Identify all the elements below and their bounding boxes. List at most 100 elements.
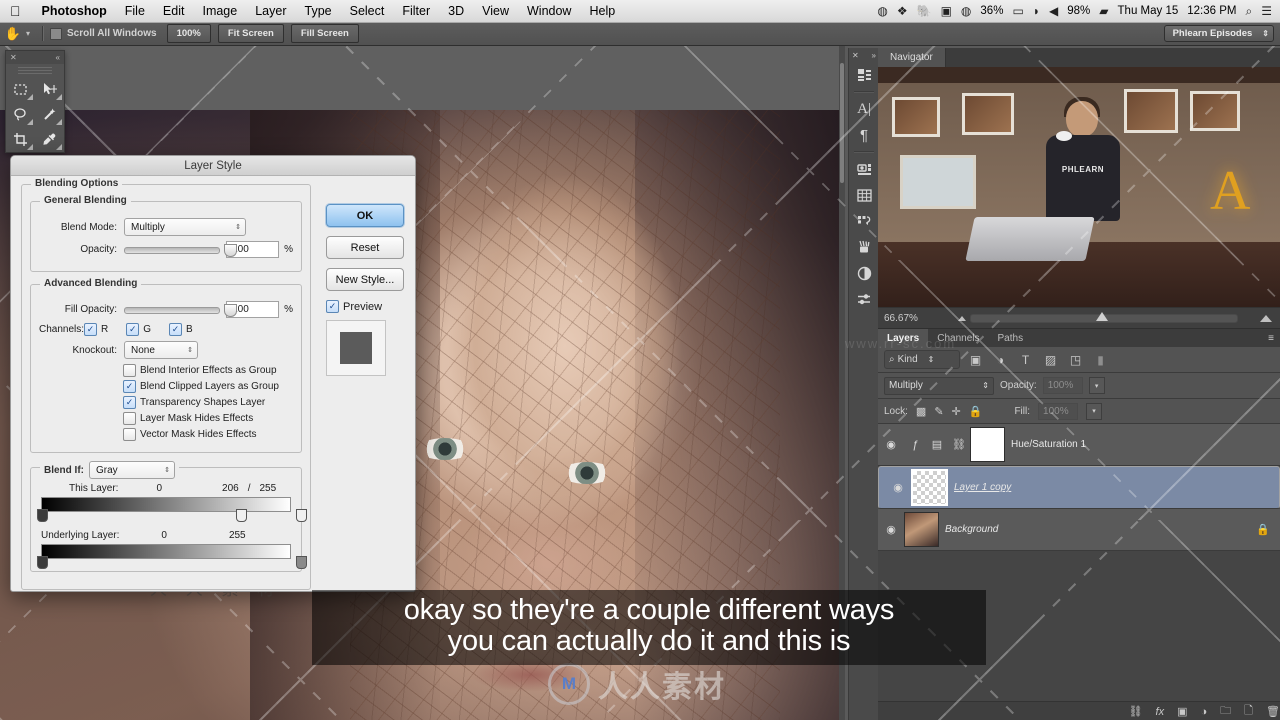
channel-r-checkbox[interactable]: ✓ R xyxy=(84,323,108,336)
layer-blend-mode-select[interactable]: Multiply ⇕ xyxy=(884,376,994,395)
layer-list[interactable]: ◉ ƒ ▤ ⛓ Hue/Saturation 1 ◉ Layer 1 copy … xyxy=(878,424,1280,551)
new-style-button[interactable]: New Style... xyxy=(326,268,404,291)
tab-navigator[interactable]: Navigator xyxy=(878,48,946,67)
layer-name[interactable]: Hue/Saturation 1 xyxy=(1011,439,1086,450)
type-layer-filter-icon[interactable]: T xyxy=(1016,353,1035,367)
speaker-icon[interactable]: ◀ xyxy=(1049,4,1058,18)
mini-bridge-icon[interactable] xyxy=(849,62,879,88)
airplay-icon[interactable]: ▭ xyxy=(1012,4,1023,18)
tools-palette[interactable]: ✕ « xyxy=(5,50,65,153)
tab-layers[interactable]: Layers xyxy=(878,329,929,347)
menu-help[interactable]: Help xyxy=(580,4,624,18)
layer-name[interactable]: Background xyxy=(945,524,998,535)
ok-button[interactable]: OK xyxy=(326,204,404,227)
this-layer-black-stop[interactable] xyxy=(37,509,48,522)
preview-checkbox[interactable]: ✓ Preview xyxy=(326,300,404,313)
blend-clipped-layers-checkbox[interactable]: ✓ Blend Clipped Layers as Group xyxy=(123,380,293,393)
new-layer-icon[interactable]: 🗋 xyxy=(1244,702,1253,720)
rectangular-marquee-tool[interactable] xyxy=(6,77,35,102)
layer-visibility-icon[interactable]: ◉ xyxy=(878,424,904,465)
navigator-panel[interactable]: PHLEARN A Navigator 66.67% xyxy=(878,48,1280,328)
layers-panel-tabs[interactable]: Layers Channels Paths ≡ xyxy=(878,329,1280,347)
menu-view[interactable]: View xyxy=(473,4,518,18)
lock-position-icon[interactable]: ✛ xyxy=(952,405,961,418)
knockout-select[interactable]: None ⇕ xyxy=(124,341,198,359)
layer-opacity-value[interactable]: 100% xyxy=(1042,377,1083,394)
layer-visibility-icon[interactable]: ◉ xyxy=(878,509,904,550)
layer-fill-value[interactable]: 100% xyxy=(1038,402,1079,420)
blend-mode-select[interactable]: Multiply ⇕ xyxy=(124,218,246,236)
mac-menu-bar[interactable]:  Photoshop File Edit Image Layer Type S… xyxy=(0,0,1280,23)
new-group-icon[interactable]: 🗀 xyxy=(1220,702,1231,720)
menu-window[interactable]: Window xyxy=(518,4,580,18)
reset-button[interactable]: Reset xyxy=(326,236,404,259)
lasso-tool[interactable] xyxy=(6,102,35,127)
layers-panel-footer[interactable]: ⛓ fx ▣ ◑ 🗀 🗋 🗑 xyxy=(878,701,1280,720)
menu-edit[interactable]: Edit xyxy=(154,4,194,18)
spotlight-search-icon[interactable]: ⌕ xyxy=(1246,4,1253,19)
underlying-black-stop[interactable] xyxy=(37,556,48,569)
layer-thumbnail[interactable] xyxy=(911,469,948,506)
link-mask-icon[interactable]: ⛓ xyxy=(948,438,970,451)
notification-center-icon[interactable]: ☰ xyxy=(1261,4,1272,18)
eyedropper-tool[interactable] xyxy=(35,127,64,152)
menu-image[interactable]: Image xyxy=(193,4,246,18)
magic-wand-tool[interactable] xyxy=(35,102,64,127)
chevron-updown-icon[interactable]: ⇕ xyxy=(928,356,935,364)
adjustment-layer-filter-icon[interactable]: ◑ xyxy=(991,353,1010,367)
screen-record-icon[interactable]: ▣ xyxy=(941,4,952,18)
zoom-in-icon[interactable] xyxy=(1260,314,1272,322)
layer-visibility-icon[interactable]: ◉ xyxy=(885,467,911,508)
close-icon[interactable]: ✕ xyxy=(10,53,17,62)
chevron-updown-icon[interactable]: ⇕ xyxy=(982,382,989,390)
menu-status-items[interactable]: ◍ ❖ 🐘 ▣ ◍ 36% ▭ ◗ ◀ 98% ▰ Thu May 15 12:… xyxy=(877,4,1280,19)
opacity-stepper-icon[interactable]: ▾ xyxy=(1088,377,1105,394)
navigator-preview[interactable]: PHLEARN A xyxy=(878,67,1280,318)
lock-transparent-pixels-icon[interactable]: ▩ xyxy=(916,405,926,418)
dialog-buttons[interactable]: OK Reset New Style... ✓ Preview xyxy=(326,204,404,376)
blend-interior-effects-checkbox[interactable]: Blend Interior Effects as Group xyxy=(123,364,293,377)
blend-if-select[interactable]: Gray ⇕ xyxy=(89,461,175,479)
this-layer-white-stop-low[interactable] xyxy=(236,509,247,522)
lock-row[interactable]: Lock: ▩ ✎ ✛ 🔒 Fill: 100% ▾ xyxy=(878,399,1280,424)
chevron-updown-icon[interactable]: ⇕ xyxy=(227,224,241,231)
lock-all-icon[interactable]: 🔒 xyxy=(969,405,983,418)
table-row[interactable]: ◉ Background 🔒 xyxy=(878,509,1280,551)
zoom-out-icon[interactable] xyxy=(958,315,966,321)
zoom-100-button[interactable]: 100% xyxy=(166,24,211,43)
options-bar[interactable]: ✋ ▾ Scroll All Windows 100% Fit Screen F… xyxy=(0,22,1280,46)
smart-object-filter-icon[interactable]: ◳ xyxy=(1066,353,1085,367)
opacity-slider[interactable] xyxy=(124,242,237,257)
transparency-shapes-layer-checkbox[interactable]: ✓ Transparency Shapes Layer xyxy=(123,396,293,409)
fill-opacity-slider[interactable] xyxy=(124,302,237,317)
chevron-updown-icon[interactable]: ⇕ xyxy=(156,467,170,474)
close-icon[interactable]: ✕ xyxy=(852,51,859,60)
add-layer-mask-icon[interactable]: ▣ xyxy=(1177,705,1187,718)
layer-filter-kind-select[interactable]: ⌕ Kind ⇕ xyxy=(884,350,960,369)
scroll-all-windows-checkbox[interactable]: Scroll All Windows xyxy=(50,27,157,40)
this-layer-white-stop-high[interactable] xyxy=(296,509,307,522)
tab-paths[interactable]: Paths xyxy=(989,329,1033,347)
vector-mask-hides-effects-checkbox[interactable]: Vector Mask Hides Effects xyxy=(123,428,293,441)
delete-layer-icon[interactable]: 🗑 xyxy=(1266,705,1280,718)
blend-mode-row[interactable]: Multiply ⇕ Opacity: 100% ▾ xyxy=(878,373,1280,399)
properties-icon[interactable] xyxy=(849,286,879,312)
shape-layer-filter-icon[interactable]: ▨ xyxy=(1041,353,1060,367)
adjustments-icon[interactable] xyxy=(849,260,879,286)
channel-g-checkbox[interactable]: ✓ G xyxy=(126,323,151,336)
history-snapshot-icon[interactable] xyxy=(849,156,879,182)
link-layers-icon[interactable]: ⛓ xyxy=(1129,705,1143,718)
expand-panels-icon[interactable]: » xyxy=(872,51,876,60)
adjustment-thumbnail-icon[interactable]: ▤ xyxy=(926,438,948,451)
tool-grid[interactable] xyxy=(6,77,64,152)
battery-icon[interactable]: ▰ xyxy=(1099,4,1108,18)
collapse-icon[interactable]: « xyxy=(56,53,60,62)
actions-icon[interactable] xyxy=(849,208,879,234)
menu-type[interactable]: Type xyxy=(296,4,341,18)
crop-tool[interactable] xyxy=(6,127,35,152)
menu-filter[interactable]: Filter xyxy=(393,4,439,18)
tool-preset-chevron-icon[interactable]: ▾ xyxy=(26,29,30,38)
tab-channels[interactable]: Channels xyxy=(928,329,988,347)
chevron-updown-icon[interactable]: ⇕ xyxy=(1262,30,1269,38)
underlying-white-stop[interactable] xyxy=(296,556,307,569)
